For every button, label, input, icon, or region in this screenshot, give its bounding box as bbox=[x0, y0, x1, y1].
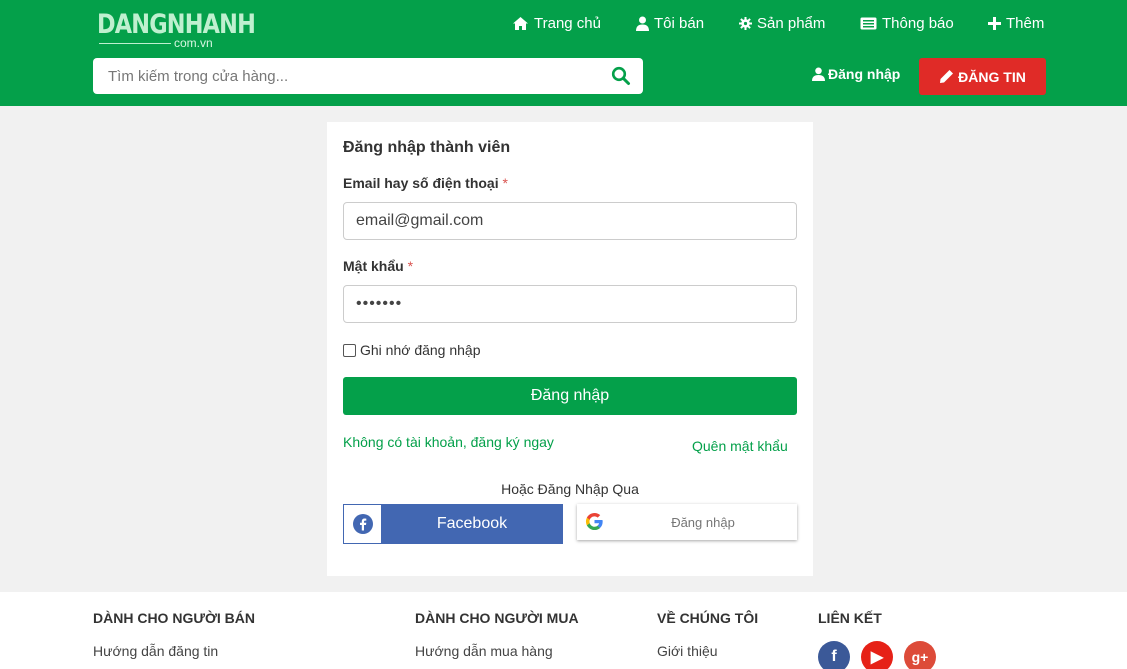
forgot-password-link[interactable]: Quên mật khẩu bbox=[692, 438, 788, 454]
email-label-text: Email hay số điện thoại bbox=[343, 175, 499, 191]
google-login-label: Đăng nhập bbox=[671, 514, 735, 530]
remember-label: Ghi nhớ đăng nhập bbox=[360, 342, 481, 358]
google-plus-social-icon[interactable]: g+ bbox=[904, 641, 936, 669]
post-listing-button[interactable]: ĐĂNG TIN bbox=[919, 58, 1046, 95]
nav-more[interactable]: Thêm bbox=[988, 13, 1044, 33]
nav-home[interactable]: Trang chủ bbox=[512, 13, 601, 33]
nav-notifications-label: Thông báo bbox=[882, 14, 954, 32]
search-input[interactable] bbox=[93, 58, 593, 94]
header-login-label: Đăng nhập bbox=[828, 66, 901, 82]
facebook-login-button[interactable]: Facebook bbox=[343, 504, 563, 544]
footer-link-about[interactable]: Giới thiệu bbox=[657, 643, 718, 659]
nav-home-label: Trang chủ bbox=[534, 14, 601, 32]
email-label: Email hay số điện thoại * bbox=[343, 175, 508, 191]
footer-heading-buyers: DÀNH CHO NGƯỜI MUA bbox=[415, 610, 579, 626]
nav-sell[interactable]: Tôi bán bbox=[636, 13, 704, 33]
social-login-caption: Hoặc Đăng Nhập Qua bbox=[501, 481, 639, 497]
site-footer: DÀNH CHO NGƯỜI BÁN Hướng dẫn đăng tin DÀ… bbox=[0, 592, 1127, 669]
youtube-social-icon[interactable]: ▶ bbox=[861, 641, 893, 669]
required-mark: * bbox=[407, 258, 414, 274]
logo-domain: com.vn bbox=[174, 36, 213, 50]
required-mark: * bbox=[502, 175, 508, 191]
footer-heading-sellers: DÀNH CHO NGƯỜI BÁN bbox=[93, 610, 255, 626]
login-title: Đăng nhập thành viên bbox=[343, 139, 511, 156]
password-label-text: Mật khẩu bbox=[343, 258, 404, 274]
social-links: f ▶ g+ bbox=[818, 641, 947, 669]
newspaper-icon bbox=[860, 17, 877, 29]
facebook-social-icon[interactable]: f bbox=[818, 641, 850, 669]
footer-link-posting-guide[interactable]: Hướng dẫn đăng tin bbox=[93, 643, 218, 659]
post-listing-label: ĐĂNG TIN bbox=[958, 68, 1026, 85]
facebook-icon-box bbox=[344, 505, 382, 543]
password-field[interactable] bbox=[343, 285, 797, 323]
search-icon[interactable] bbox=[611, 66, 631, 86]
login-submit-button[interactable]: Đăng nhập bbox=[343, 377, 797, 415]
remember-checkbox[interactable] bbox=[343, 343, 356, 357]
home-icon bbox=[513, 16, 528, 30]
google-icon bbox=[585, 512, 603, 531]
password-label: Mật khẩu * bbox=[343, 258, 413, 274]
remember-me[interactable]: Ghi nhớ đăng nhập bbox=[343, 342, 481, 358]
site-logo[interactable]: DANGNHANH com.vn bbox=[97, 10, 256, 51]
login-card: Đăng nhập thành viên Email hay số điện t… bbox=[327, 122, 813, 576]
nav-sell-label: Tôi bán bbox=[654, 14, 705, 32]
nav-products-label: Sản phẩm bbox=[757, 14, 826, 32]
facebook-login-label: Facebook bbox=[436, 515, 508, 532]
email-field[interactable] bbox=[343, 202, 797, 240]
footer-heading-links: LIÊN KẾT bbox=[818, 610, 882, 626]
google-login-button[interactable]: Đăng nhập bbox=[577, 504, 797, 540]
plus-icon bbox=[988, 16, 1001, 30]
nav-more-label: Thêm bbox=[1006, 14, 1045, 32]
register-link[interactable]: Không có tài khoản, đăng ký ngay bbox=[343, 434, 554, 450]
nav-notifications[interactable]: Thông báo bbox=[860, 13, 954, 33]
store-search bbox=[93, 58, 643, 94]
facebook-icon bbox=[352, 514, 373, 534]
nav-products[interactable]: Sản phẩm bbox=[739, 13, 825, 33]
pencil-icon bbox=[940, 70, 954, 83]
gear-icon bbox=[739, 16, 752, 30]
header-login-link[interactable]: Đăng nhập bbox=[812, 66, 900, 82]
footer-heading-about: VỀ CHÚNG TÔI bbox=[657, 610, 759, 626]
user-icon bbox=[636, 16, 649, 31]
logo-underline bbox=[99, 43, 171, 44]
footer-link-buying-guide[interactable]: Hướng dẫn mua hàng bbox=[415, 643, 553, 659]
site-header: DANGNHANH com.vn Trang chủ Tôi bán Sản p… bbox=[0, 0, 1127, 106]
user-icon bbox=[812, 67, 825, 81]
